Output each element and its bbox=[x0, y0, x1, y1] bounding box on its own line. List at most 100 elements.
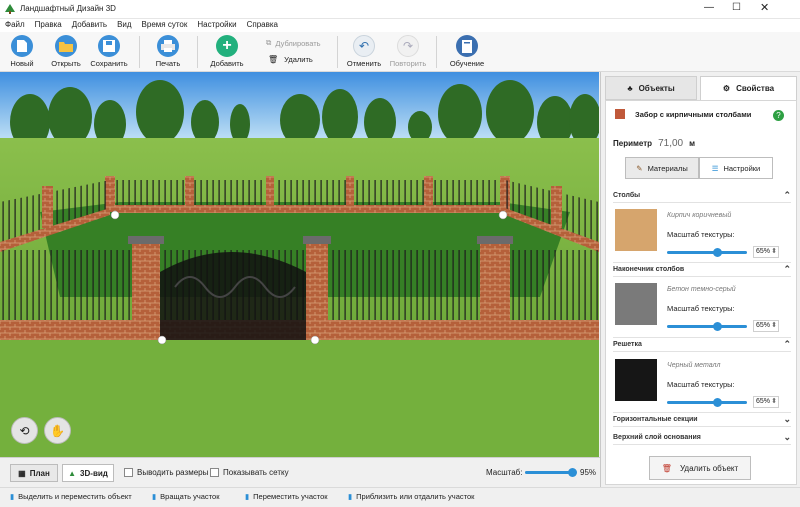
scale-slider[interactable] bbox=[525, 468, 577, 477]
checkbox[interactable] bbox=[210, 468, 219, 477]
materials-label: Материалы bbox=[647, 163, 688, 173]
menu-view[interactable]: Вид bbox=[112, 19, 136, 30]
scene-3d-viewport[interactable]: ⟲ ✋ bbox=[0, 72, 599, 457]
section-title: Верхний слой основания bbox=[613, 433, 701, 441]
brick-wall-icon bbox=[615, 109, 625, 119]
delete-button[interactable]: 🗑 Удалить bbox=[268, 55, 313, 64]
show-grid-checkbox[interactable]: Показывать сетку bbox=[210, 468, 289, 477]
scale-label: Масштаб: bbox=[486, 468, 523, 477]
section-post-caps-header[interactable]: Наконечник столбов ⌃ bbox=[613, 262, 791, 277]
section-grating-header[interactable]: Решетка ⌃ bbox=[613, 337, 791, 352]
print-button[interactable]: Печать bbox=[151, 35, 185, 71]
floppy-icon bbox=[98, 35, 120, 57]
scale-slider-fill bbox=[525, 471, 573, 474]
trash-icon: 🗑 bbox=[268, 55, 279, 64]
properties-panel: ♣ Объекты ⚙ Свойства Забор с кирпичными ст… bbox=[600, 72, 800, 487]
texture-scale-label: Масштаб текстуры: bbox=[667, 304, 735, 313]
chevron-up-icon: ⌃ bbox=[783, 189, 791, 200]
undo-button[interactable]: ↶ Отменить bbox=[345, 35, 383, 71]
material-name: Бетон темно-серый bbox=[667, 286, 736, 293]
status-move-text: Переместить участок bbox=[253, 492, 328, 501]
learn-label: Обучение bbox=[449, 59, 485, 68]
open-button[interactable]: Открыть bbox=[47, 35, 85, 71]
mouse-wheel-icon: ▮ bbox=[348, 492, 353, 501]
perimeter-row: Периметр 71,00 м bbox=[613, 138, 695, 149]
hand-icon: ✋ bbox=[50, 423, 65, 438]
trash-icon: 🗑 bbox=[661, 463, 672, 473]
section-top-layer-header[interactable]: Верхний слой основания ⌄ bbox=[613, 430, 791, 445]
orbit-control-button[interactable]: ⟲ bbox=[11, 417, 38, 444]
menu-add[interactable]: Добавить bbox=[67, 19, 112, 30]
tab-objects-label: Объекты bbox=[638, 83, 675, 93]
plan-view-button[interactable]: ▦ План bbox=[10, 464, 58, 482]
section-horizontal-header[interactable]: Горизонтальные секции ⌄ bbox=[613, 412, 791, 427]
redo-button[interactable]: ↷ Повторить bbox=[389, 35, 427, 71]
scene-canvas[interactable] bbox=[0, 72, 599, 457]
objects-icon: ♣ bbox=[627, 83, 633, 93]
menu-edit[interactable]: Правка bbox=[30, 19, 67, 30]
pan-control-button[interactable]: ✋ bbox=[44, 417, 71, 444]
materials-tab-button[interactable]: ✎ Материалы bbox=[625, 157, 699, 179]
slider-knob[interactable] bbox=[713, 398, 722, 407]
metal-texture-swatch[interactable] bbox=[615, 359, 657, 401]
plus-icon: + bbox=[216, 35, 238, 57]
new-file-icon bbox=[11, 35, 33, 57]
tree-icon: ▲ bbox=[68, 468, 77, 478]
scale-slider-knob[interactable] bbox=[567, 468, 577, 477]
3d-view-button[interactable]: ▲ 3D-вид bbox=[62, 464, 114, 482]
brush-icon: ✎ bbox=[636, 163, 643, 173]
tab-objects[interactable]: ♣ Объекты bbox=[605, 76, 697, 100]
brick-texture-swatch[interactable] bbox=[615, 209, 657, 251]
status-rotate: ▮ Вращать участок bbox=[152, 492, 219, 501]
slider-knob[interactable] bbox=[713, 248, 722, 257]
status-move: ▮ Переместить участок bbox=[245, 492, 328, 501]
new-button[interactable]: Новый bbox=[5, 35, 39, 71]
texture-scale-slider[interactable] bbox=[667, 248, 747, 257]
texture-scale-slider[interactable] bbox=[667, 398, 747, 407]
menu-time-of-day[interactable]: Время суток bbox=[137, 19, 193, 30]
texture-scale-value[interactable]: 65% bbox=[753, 320, 779, 332]
settings-tab-button[interactable]: ☰ Настройки bbox=[699, 157, 773, 179]
tab-properties[interactable]: ⚙ Свойства bbox=[700, 76, 797, 100]
texture-scale-label: Масштаб текстуры: bbox=[667, 230, 735, 239]
duplicate-button[interactable]: ⧉ Дублировать bbox=[266, 38, 321, 48]
scale-value: 95% bbox=[580, 468, 597, 477]
menu-bar: Файл Правка Добавить Вид Время суток Настройк… bbox=[0, 19, 800, 32]
add-button[interactable]: + Добавить bbox=[206, 35, 248, 71]
back-fence bbox=[105, 176, 510, 213]
section-posts-header[interactable]: Столбы ⌃ bbox=[613, 188, 791, 203]
concrete-texture-swatch[interactable] bbox=[615, 283, 657, 325]
mouse-left-icon: ▮ bbox=[152, 492, 157, 501]
texture-scale-slider[interactable] bbox=[667, 322, 747, 331]
delete-object-button[interactable]: 🗑 Удалить объект bbox=[649, 456, 751, 480]
maximize-icon[interactable]: ☐ bbox=[732, 2, 741, 13]
texture-scale-value[interactable]: 65% bbox=[753, 246, 779, 258]
menu-settings[interactable]: Настройки bbox=[192, 19, 241, 30]
book-icon bbox=[456, 35, 478, 57]
toolbar: Новый Открыть Сохранить Печать + Добавит… bbox=[0, 32, 800, 72]
minimize-icon[interactable]: — bbox=[704, 2, 714, 13]
checkbox[interactable] bbox=[124, 468, 133, 477]
status-zoom-text: Приблизить или отдалить участок bbox=[356, 492, 475, 501]
menu-help[interactable]: Справка bbox=[242, 19, 283, 30]
redo-label: Повторить bbox=[389, 59, 427, 68]
slider-knob[interactable] bbox=[713, 322, 722, 331]
help-icon[interactable]: ? bbox=[773, 110, 784, 121]
save-button[interactable]: Сохранить bbox=[89, 35, 129, 71]
learn-button[interactable]: Обучение bbox=[448, 35, 486, 71]
texture-scale-value[interactable]: 65% bbox=[753, 396, 779, 408]
section-title: Столбы bbox=[613, 191, 641, 199]
show-sizes-checkbox[interactable]: Выводить размеры bbox=[124, 468, 208, 477]
print-label: Печать bbox=[155, 59, 181, 68]
material-name: Черный металл bbox=[667, 362, 721, 369]
texture-scale-label: Масштаб текстуры: bbox=[667, 380, 735, 389]
mouse-left-icon: ▮ bbox=[10, 492, 15, 501]
duplicate-label: Дублировать bbox=[275, 38, 321, 48]
mouse-right-icon: ▮ bbox=[245, 492, 250, 501]
save-label: Сохранить bbox=[90, 59, 128, 68]
orbit-icon: ⟲ bbox=[19, 423, 30, 438]
menu-file[interactable]: Файл bbox=[0, 19, 30, 30]
close-icon[interactable]: ✕ bbox=[760, 1, 769, 14]
chevron-down-icon: ⌄ bbox=[783, 414, 791, 424]
plan-icon: ▦ bbox=[18, 468, 26, 478]
